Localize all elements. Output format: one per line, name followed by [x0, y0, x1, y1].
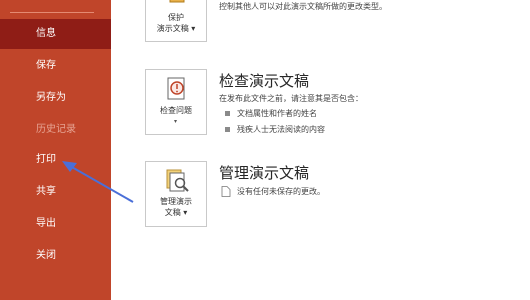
annotation-arrow: [62, 161, 134, 203]
